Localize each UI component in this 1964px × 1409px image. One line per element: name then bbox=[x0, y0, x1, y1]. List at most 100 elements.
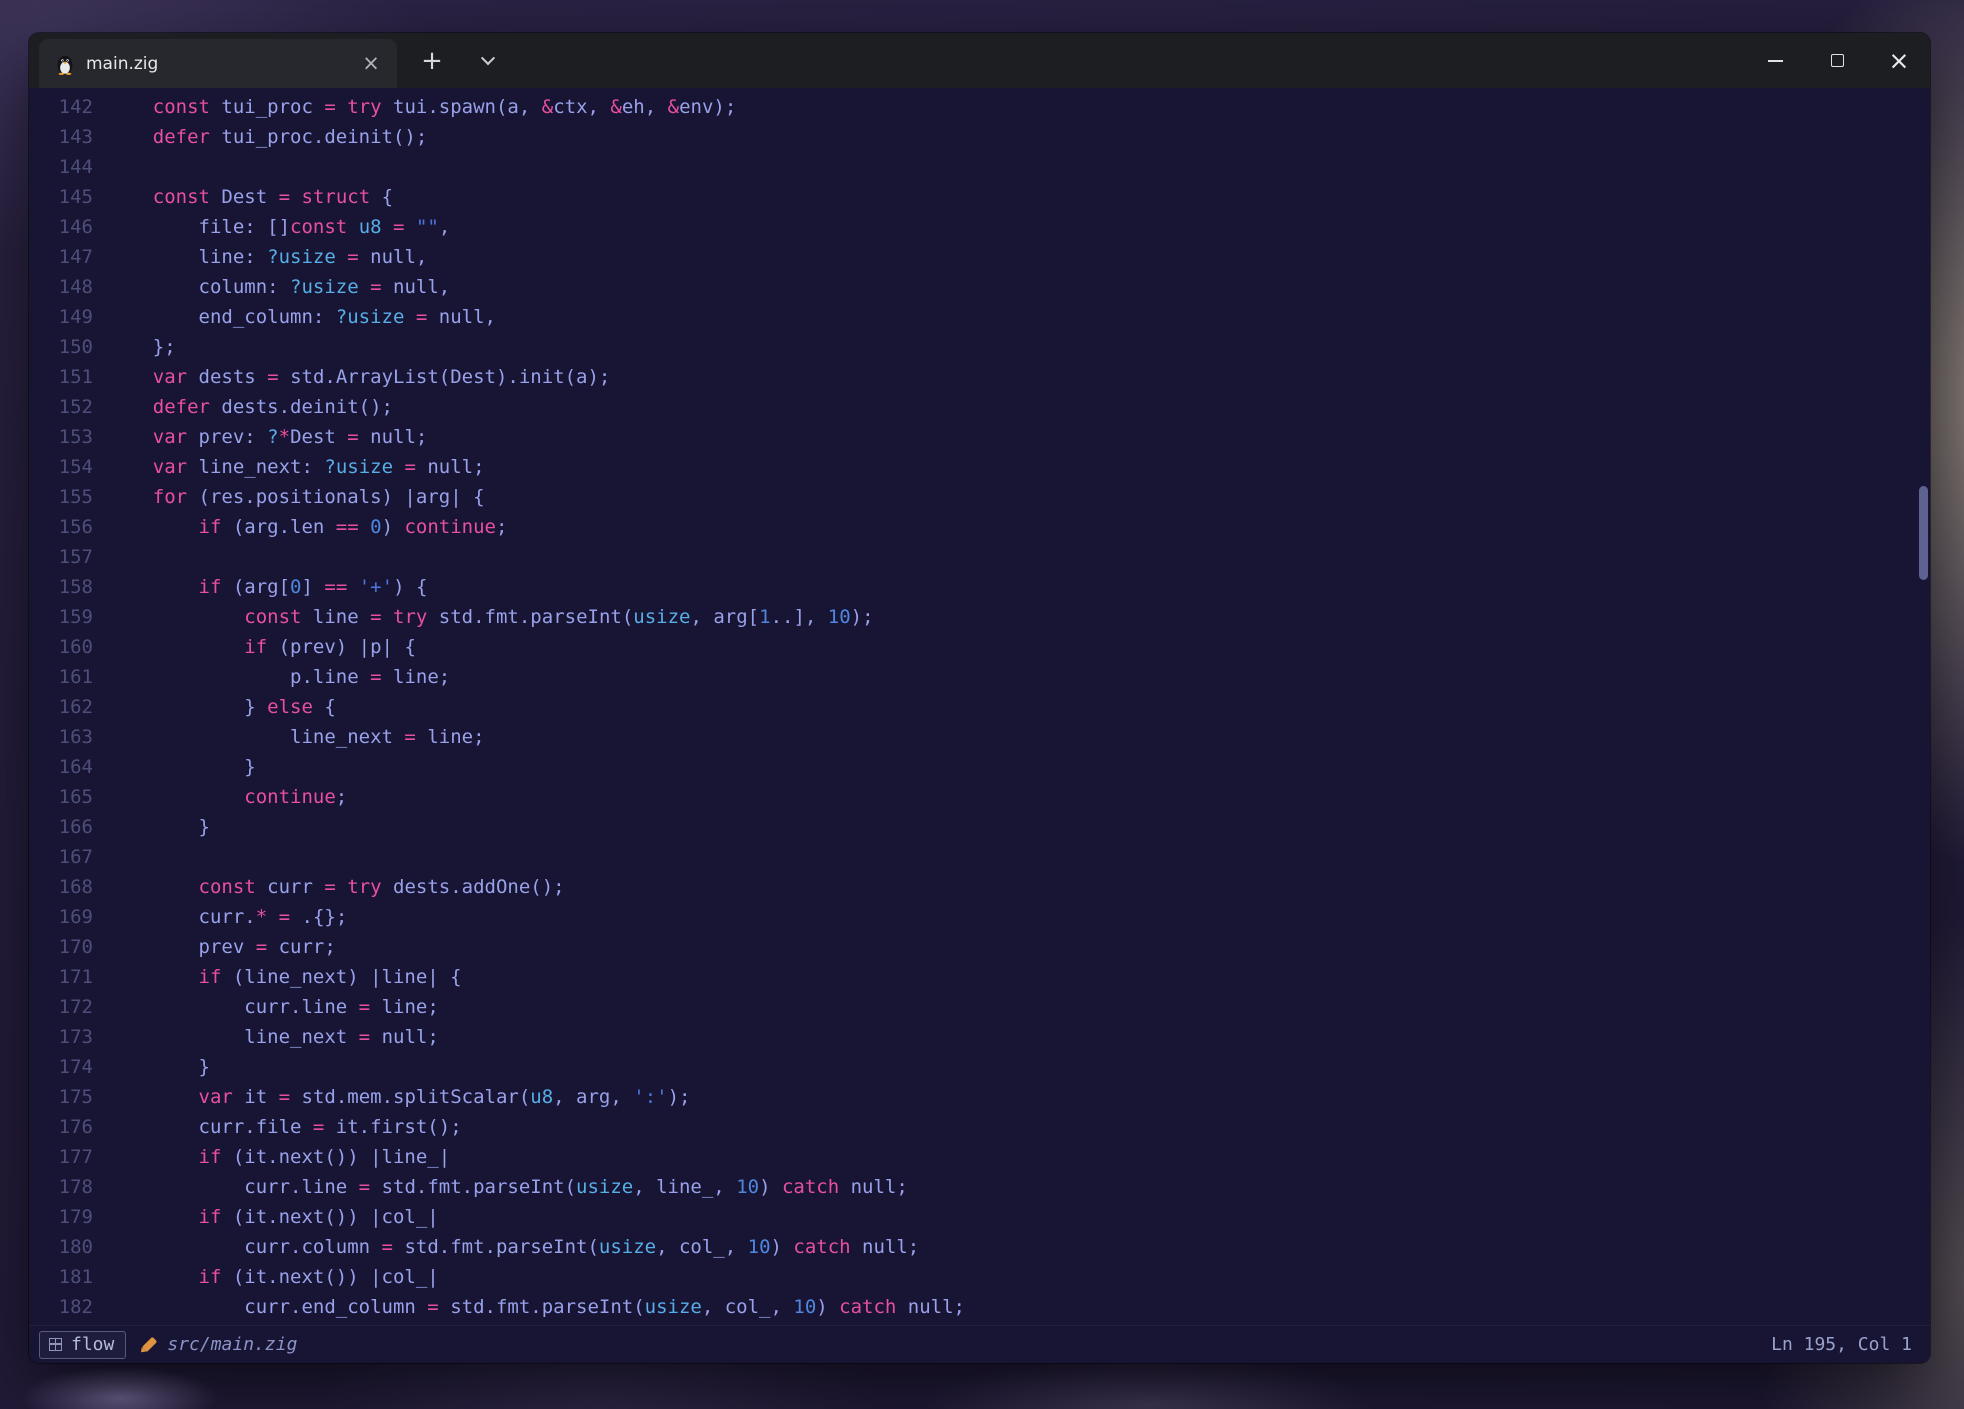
line-number: 162 bbox=[29, 692, 93, 722]
code-line[interactable]: 182 curr.end_column = std.fmt.parseInt(u… bbox=[29, 1292, 1930, 1322]
line-number: 155 bbox=[29, 482, 93, 512]
code-line[interactable]: 146 file: []const u8 = "", bbox=[29, 212, 1930, 242]
code-line[interactable]: 170 prev = curr; bbox=[29, 932, 1930, 962]
minimize-button[interactable] bbox=[1744, 33, 1806, 88]
line-number: 164 bbox=[29, 752, 93, 782]
code-line[interactable]: 172 curr.line = line; bbox=[29, 992, 1930, 1022]
code-line[interactable]: 178 curr.line = std.fmt.parseInt(usize, … bbox=[29, 1172, 1930, 1202]
code-line[interactable]: 142 const tui_proc = try tui.spawn(a, &c… bbox=[29, 92, 1930, 122]
code-text: if (arg[0] == '+') { bbox=[93, 572, 427, 602]
code-line[interactable]: 163 line_next = line; bbox=[29, 722, 1930, 752]
code-text: if (it.next()) |col_| bbox=[93, 1262, 439, 1292]
code-text: line: ?usize = null, bbox=[93, 242, 427, 272]
code-line[interactable]: 165 continue; bbox=[29, 782, 1930, 812]
code-line[interactable]: 177 if (it.next()) |line_| bbox=[29, 1142, 1930, 1172]
line-number: 181 bbox=[29, 1262, 93, 1292]
line-number: 170 bbox=[29, 932, 93, 962]
code-line[interactable]: 180 curr.column = std.fmt.parseInt(usize… bbox=[29, 1232, 1930, 1262]
file-path: src/main.zig bbox=[167, 1334, 297, 1355]
line-number: 175 bbox=[29, 1082, 93, 1112]
code-text: column: ?usize = null, bbox=[93, 272, 450, 302]
code-text: curr.column = std.fmt.parseInt(usize, co… bbox=[93, 1232, 919, 1262]
code-line[interactable]: 168 const curr = try dests.addOne(); bbox=[29, 872, 1930, 902]
code-line[interactable]: 179 if (it.next()) |col_| bbox=[29, 1202, 1930, 1232]
code-line[interactable]: 157 bbox=[29, 542, 1930, 572]
tux-icon bbox=[55, 53, 75, 75]
tab-main-zig[interactable]: main.zig × bbox=[39, 39, 397, 88]
line-number: 154 bbox=[29, 452, 93, 482]
code-line[interactable]: 162 } else { bbox=[29, 692, 1930, 722]
status-bar: flow src/main.zig Ln 195, Col 1 bbox=[29, 1325, 1930, 1363]
code-line[interactable]: 166 } bbox=[29, 812, 1930, 842]
code-line[interactable]: 169 curr.* = .{}; bbox=[29, 902, 1930, 932]
code-line[interactable]: 145 const Dest = struct { bbox=[29, 182, 1930, 212]
code-lines[interactable]: 142 const tui_proc = try tui.spawn(a, &c… bbox=[29, 92, 1930, 1322]
line-number: 149 bbox=[29, 302, 93, 332]
code-text: var dests = std.ArrayList(Dest).init(a); bbox=[93, 362, 610, 392]
line-number: 176 bbox=[29, 1112, 93, 1142]
code-line[interactable]: 151 var dests = std.ArrayList(Dest).init… bbox=[29, 362, 1930, 392]
code-line[interactable]: 176 curr.file = it.first(); bbox=[29, 1112, 1930, 1142]
code-line[interactable]: 161 p.line = line; bbox=[29, 662, 1930, 692]
code-line[interactable]: 173 line_next = null; bbox=[29, 1022, 1930, 1052]
code-line[interactable]: 143 defer tui_proc.deinit(); bbox=[29, 122, 1930, 152]
line-number: 180 bbox=[29, 1232, 93, 1262]
code-text: p.line = line; bbox=[93, 662, 450, 692]
maximize-button[interactable] bbox=[1806, 33, 1868, 88]
line-number: 167 bbox=[29, 842, 93, 872]
code-line[interactable]: 153 var prev: ?*Dest = null; bbox=[29, 422, 1930, 452]
code-line[interactable]: 150 }; bbox=[29, 332, 1930, 362]
tab-close-icon[interactable]: × bbox=[359, 52, 383, 76]
code-text: const line = try std.fmt.parseInt(usize,… bbox=[93, 602, 874, 632]
code-line[interactable]: 160 if (prev) |p| { bbox=[29, 632, 1930, 662]
code-line[interactable]: 154 var line_next: ?usize = null; bbox=[29, 452, 1930, 482]
scrollbar-thumb[interactable] bbox=[1919, 486, 1928, 580]
code-line[interactable]: 167 bbox=[29, 842, 1930, 872]
chevron-down-icon bbox=[481, 51, 495, 65]
new-tab-button[interactable]: + bbox=[415, 44, 449, 78]
line-number: 177 bbox=[29, 1142, 93, 1172]
code-line[interactable]: 152 defer dests.deinit(); bbox=[29, 392, 1930, 422]
code-text: const Dest = struct { bbox=[93, 182, 393, 212]
code-line[interactable]: 147 line: ?usize = null, bbox=[29, 242, 1930, 272]
flow-menu-button[interactable]: flow bbox=[39, 1331, 126, 1359]
code-line[interactable]: 181 if (it.next()) |col_| bbox=[29, 1262, 1930, 1292]
scrollbar[interactable] bbox=[1916, 88, 1930, 1325]
line-number: 150 bbox=[29, 332, 93, 362]
code-text: curr.file = it.first(); bbox=[93, 1112, 462, 1142]
code-text: if (it.next()) |col_| bbox=[93, 1202, 439, 1232]
line-number: 157 bbox=[29, 542, 93, 572]
code-text: defer dests.deinit(); bbox=[93, 392, 393, 422]
titlebar[interactable]: main.zig × + × bbox=[29, 33, 1930, 88]
line-number: 172 bbox=[29, 992, 93, 1022]
code-line[interactable]: 164 } bbox=[29, 752, 1930, 782]
line-number: 179 bbox=[29, 1202, 93, 1232]
cursor-position: Ln 195, Col 1 bbox=[1771, 1334, 1912, 1355]
code-line[interactable]: 159 const line = try std.fmt.parseInt(us… bbox=[29, 602, 1930, 632]
code-line[interactable]: 144 bbox=[29, 152, 1930, 182]
window-controls: × bbox=[1744, 33, 1930, 88]
grid-icon bbox=[49, 1338, 62, 1351]
code-line[interactable]: 149 end_column: ?usize = null, bbox=[29, 302, 1930, 332]
code-text: if (it.next()) |line_| bbox=[93, 1142, 450, 1172]
code-text: file: []const u8 = "", bbox=[93, 212, 450, 242]
code-line[interactable]: 175 var it = std.mem.splitScalar(u8, arg… bbox=[29, 1082, 1930, 1112]
file-modified-icon bbox=[142, 1337, 158, 1353]
close-button[interactable]: × bbox=[1868, 33, 1930, 88]
code-line[interactable]: 158 if (arg[0] == '+') { bbox=[29, 572, 1930, 602]
close-icon: × bbox=[1889, 48, 1910, 73]
code-text bbox=[93, 842, 107, 872]
code-line[interactable]: 148 column: ?usize = null, bbox=[29, 272, 1930, 302]
line-number: 148 bbox=[29, 272, 93, 302]
tab-list-dropdown-button[interactable] bbox=[471, 44, 505, 78]
code-line[interactable]: 174 } bbox=[29, 1052, 1930, 1082]
line-number: 163 bbox=[29, 722, 93, 752]
code-text: line_next = null; bbox=[93, 1022, 439, 1052]
code-line[interactable]: 155 for (res.positionals) |arg| { bbox=[29, 482, 1930, 512]
line-number: 145 bbox=[29, 182, 93, 212]
code-line[interactable]: 171 if (line_next) |line| { bbox=[29, 962, 1930, 992]
line-number: 159 bbox=[29, 602, 93, 632]
code-text: curr.end_column = std.fmt.parseInt(usize… bbox=[93, 1292, 965, 1322]
code-line[interactable]: 156 if (arg.len == 0) continue; bbox=[29, 512, 1930, 542]
code-editor[interactable]: 142 const tui_proc = try tui.spawn(a, &c… bbox=[29, 88, 1930, 1325]
